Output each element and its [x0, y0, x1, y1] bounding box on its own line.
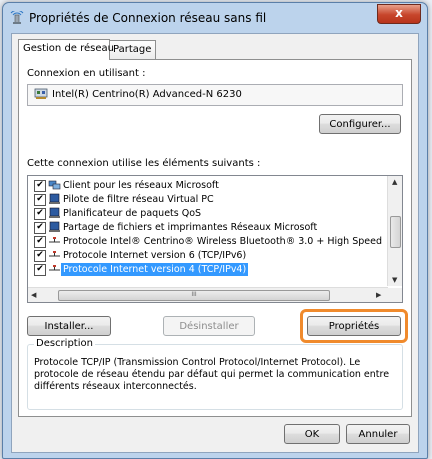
list-item-file-sharing[interactable]: ✔ Partage de fichiers et imprimantes Rés… [30, 221, 370, 234]
scroll-down-arrow-icon[interactable]: ▼ [392, 276, 397, 284]
list-item-label: Protocole Intel® Centrino® Wireless Blue… [63, 236, 382, 247]
service-icon [49, 207, 60, 218]
dialog-client-area: Gestion de réseau Partage Connexion en u… [11, 33, 419, 453]
checkbox[interactable]: ✔ [34, 250, 46, 262]
description-group: Description Protocole TCP/IP (Transmissi… [27, 338, 403, 410]
description-title: Description [34, 338, 95, 349]
tab-gestion-reseau[interactable]: Gestion de réseau [18, 39, 114, 60]
protocol-icon [49, 265, 60, 271]
connection-label: Connexion en utilisant : [27, 68, 146, 79]
tab-label: Partage [113, 44, 152, 55]
list-item-ipv6[interactable]: ✔ Protocole Internet version 6 (TCP/IPv6… [30, 249, 370, 262]
uninstall-button: Désinstaller [163, 316, 255, 336]
scrollbar-corner [388, 288, 402, 302]
adapter-name: Intel(R) Centrino(R) Advanced-N 6230 [52, 89, 242, 100]
tab-label: Gestion de réseau [23, 43, 114, 54]
list-item-bluetooth-protocol[interactable]: ✔ Protocole Intel® Centrino® Wireless Bl… [30, 235, 382, 248]
vertical-scroll-thumb[interactable] [390, 216, 401, 248]
adapter-field: Intel(R) Centrino(R) Advanced-N 6230 [27, 84, 403, 106]
vertical-scrollbar[interactable]: ▲ ▼ [387, 176, 402, 286]
list-item-label: Protocole Internet version 4 (TCP/IPv4) [61, 263, 249, 276]
list-item-label: Planificateur de paquets QoS [63, 208, 202, 219]
close-button[interactable]: x [377, 4, 421, 24]
description-text: Protocole TCP/IP (Transmission Control P… [34, 357, 390, 392]
list-item-label: Pilote de filtre réseau Virtual PC [63, 194, 214, 205]
window-title: Propriétés de Connexion réseau sans fil [29, 11, 267, 25]
checkbox[interactable]: ✔ [34, 194, 46, 206]
ok-button[interactable]: OK [284, 424, 340, 444]
components-list[interactable]: ✔ Client pour les réseaux Microsoft ✔ Pi… [27, 175, 403, 303]
list-item-qos[interactable]: ✔ Planificateur de paquets QoS [30, 207, 370, 220]
scroll-thumb-grip: III [191, 291, 197, 298]
components-label: Cette connexion utilise les éléments sui… [27, 158, 261, 169]
scroll-left-arrow-icon[interactable]: ◀ [31, 291, 36, 299]
properties-highlight [300, 309, 408, 343]
tab-panel-gestion-reseau: Connexion en utilisant : Intel(R) Centri… [18, 59, 412, 417]
service-icon [49, 193, 60, 204]
protocol-icon [49, 237, 60, 243]
list-item-label: Protocole Internet version 6 (TCP/IPv6) [63, 250, 247, 261]
checkbox[interactable]: ✔ [34, 180, 46, 192]
scroll-right-arrow-icon[interactable]: ▶ [376, 291, 381, 299]
scroll-up-arrow-icon[interactable]: ▲ [392, 178, 397, 186]
horizontal-scrollbar[interactable]: ◀ III ▶ [28, 287, 388, 302]
cancel-button[interactable]: Annuler [346, 424, 410, 444]
service-icon [49, 221, 60, 232]
configure-button[interactable]: Configurer... [319, 114, 401, 134]
checkbox[interactable]: ✔ [34, 222, 46, 234]
list-item-client-microsoft[interactable]: ✔ Client pour les réseaux Microsoft [30, 179, 370, 192]
checkbox[interactable]: ✔ [34, 236, 46, 248]
protocol-icon [49, 251, 60, 257]
wireless-network-icon [10, 11, 24, 24]
list-item-label: Partage de fichiers et imprimantes Résea… [63, 222, 318, 233]
list-item-virtual-pc[interactable]: ✔ Pilote de filtre réseau Virtual PC [30, 193, 370, 206]
list-item-label: Client pour les réseaux Microsoft [63, 180, 219, 191]
checkbox[interactable]: ✔ [34, 208, 46, 220]
tab-partage[interactable]: Partage [108, 40, 156, 59]
title-bar[interactable]: Propriétés de Connexion réseau sans fil … [3, 3, 427, 33]
network-client-icon [48, 180, 61, 190]
properties-window: Propriétés de Connexion réseau sans fil … [2, 2, 428, 459]
horizontal-scroll-thumb[interactable]: III [58, 290, 330, 301]
checkbox[interactable]: ✔ [34, 264, 46, 276]
install-button[interactable]: Installer... [27, 316, 111, 336]
network-adapter-icon [34, 88, 48, 99]
list-item-ipv4[interactable]: ✔ Protocole Internet version 4 (TCP/IPv4… [30, 263, 370, 276]
